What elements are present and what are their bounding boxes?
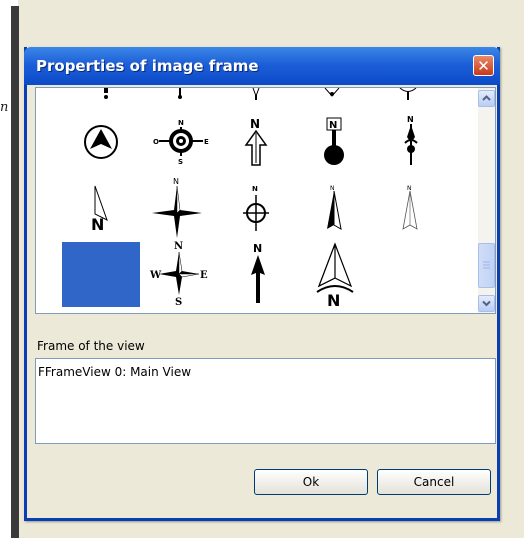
wedge-arrow-n-label: N <box>91 215 104 234</box>
dialog-title: Properties of image frame <box>36 57 259 75</box>
ball-arrow-n-label: N <box>329 120 337 131</box>
partial-top-symbol-3[interactable] <box>246 88 266 102</box>
open-arrow-n-symbol[interactable]: N <box>312 242 358 308</box>
left-window-edge <box>11 6 19 538</box>
open-arrow-n-label: N <box>327 291 340 308</box>
outlined-arrow-n-label: N <box>250 117 260 131</box>
half-dark-arrow-symbol[interactable]: N <box>316 180 352 236</box>
thin-outline-arrow-symbol[interactable]: N <box>392 180 428 236</box>
blank-blue-frame-symbol[interactable] <box>62 242 140 307</box>
four-point-star-n-label: N <box>173 177 179 186</box>
symbol-list-scrollbar[interactable] <box>478 88 495 313</box>
left-edge-glyph: n <box>0 100 9 115</box>
compass-nswe-s-label: S <box>175 297 182 306</box>
scroll-down-button[interactable] <box>478 295 495 312</box>
ok-button[interactable]: Ok <box>254 469 368 495</box>
north-arrow-symbol-list[interactable]: N O E S N N N N N N N N N W E S N N <box>35 87 496 314</box>
compass-ring-o-label: O <box>153 138 159 146</box>
compass-nswe-symbol[interactable]: N W E S <box>148 240 210 306</box>
chevron-down-icon <box>482 300 491 307</box>
frame-of-view-label: Frame of the view <box>37 339 145 353</box>
compass-ring-s-label: S <box>178 158 183 165</box>
compass-ring-e-label: E <box>204 138 209 146</box>
scroll-thumb[interactable] <box>478 243 495 288</box>
outlined-arrow-n-symbol[interactable]: N <box>236 116 276 168</box>
frame-list-item[interactable]: FFrameView 0: Main View <box>38 365 191 379</box>
close-button[interactable]: ✕ <box>473 55 494 76</box>
half-dark-arrow-n-label: N <box>330 185 335 192</box>
partial-top-symbol-4[interactable] <box>320 88 344 102</box>
crosshair-n-label: N <box>252 185 258 193</box>
dialog-titlebar[interactable]: Properties of image frame ✕ <box>24 47 500 85</box>
compass-nswe-e-label: E <box>200 270 208 281</box>
frame-of-view-list[interactable]: FFrameView 0: Main View <box>35 358 496 444</box>
wedge-arrow-n-symbol[interactable]: N <box>86 183 116 235</box>
crosshair-n-symbol[interactable]: N <box>236 180 276 236</box>
partial-top-symbol-1[interactable] <box>96 88 116 102</box>
cancel-button[interactable]: Cancel <box>377 469 491 495</box>
compass-nswe-w-label: W <box>149 270 162 281</box>
partial-top-symbol-2[interactable] <box>170 88 190 102</box>
tall-needle-n-symbol[interactable]: N <box>391 112 431 168</box>
circle-north-arrow-symbol[interactable] <box>81 120 121 164</box>
ball-arrow-n-symbol[interactable]: N <box>314 116 354 168</box>
solid-arrow-n-symbol[interactable]: N <box>240 240 276 306</box>
properties-dialog: Properties of image frame ✕ N O E S N N … <box>24 47 500 521</box>
thin-outline-arrow-n-label: N <box>407 185 412 192</box>
partial-top-symbol-5[interactable] <box>396 88 420 102</box>
compass-nswe-n-label: N <box>174 241 183 252</box>
scroll-up-button[interactable] <box>478 90 495 107</box>
chevron-up-icon <box>482 95 491 101</box>
compass-ring-n-label: N <box>178 119 184 127</box>
compass-rose-ring-symbol[interactable]: N O E S <box>149 116 213 166</box>
solid-arrow-n-label: N <box>253 242 262 255</box>
tall-needle-n-label: N <box>407 115 414 124</box>
close-icon: ✕ <box>477 57 490 75</box>
four-point-star-symbol[interactable]: N <box>149 176 205 240</box>
